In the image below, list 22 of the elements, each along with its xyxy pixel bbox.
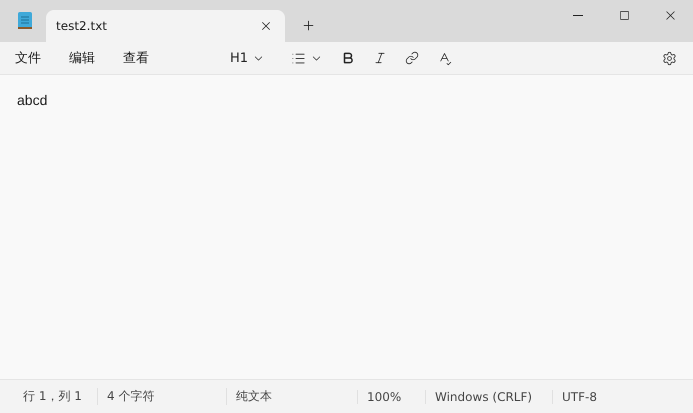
- menu-item[interactable]: 编辑: [62, 45, 102, 71]
- status-item: Windows (CRLF): [425, 390, 552, 404]
- plus-icon: [301, 18, 316, 33]
- bold-icon: [341, 51, 356, 65]
- status-item: 行 1，列 1: [22, 388, 83, 405]
- link-icon: [405, 51, 420, 65]
- close-icon: [259, 19, 273, 33]
- heading-dropdown[interactable]: H1: [226, 46, 270, 70]
- menu-item[interactable]: 查看: [116, 45, 156, 71]
- settings-icon: [662, 50, 677, 66]
- menu-item[interactable]: 文件: [8, 45, 48, 71]
- tab-title: test2.txt: [56, 19, 108, 33]
- status-item: 纯文本: [226, 388, 357, 405]
- maximize-icon: [618, 10, 630, 20]
- italic-icon: [373, 51, 388, 65]
- document-tab[interactable]: test2.txt: [46, 10, 285, 42]
- status-item: 100%: [357, 390, 425, 404]
- document-text[interactable]: abcd: [17, 92, 676, 108]
- status-item: 4 个字符: [97, 388, 226, 405]
- notepad-icon: [17, 10, 33, 30]
- minimize-icon: [573, 14, 583, 16]
- status-item: UTF-8: [552, 390, 632, 404]
